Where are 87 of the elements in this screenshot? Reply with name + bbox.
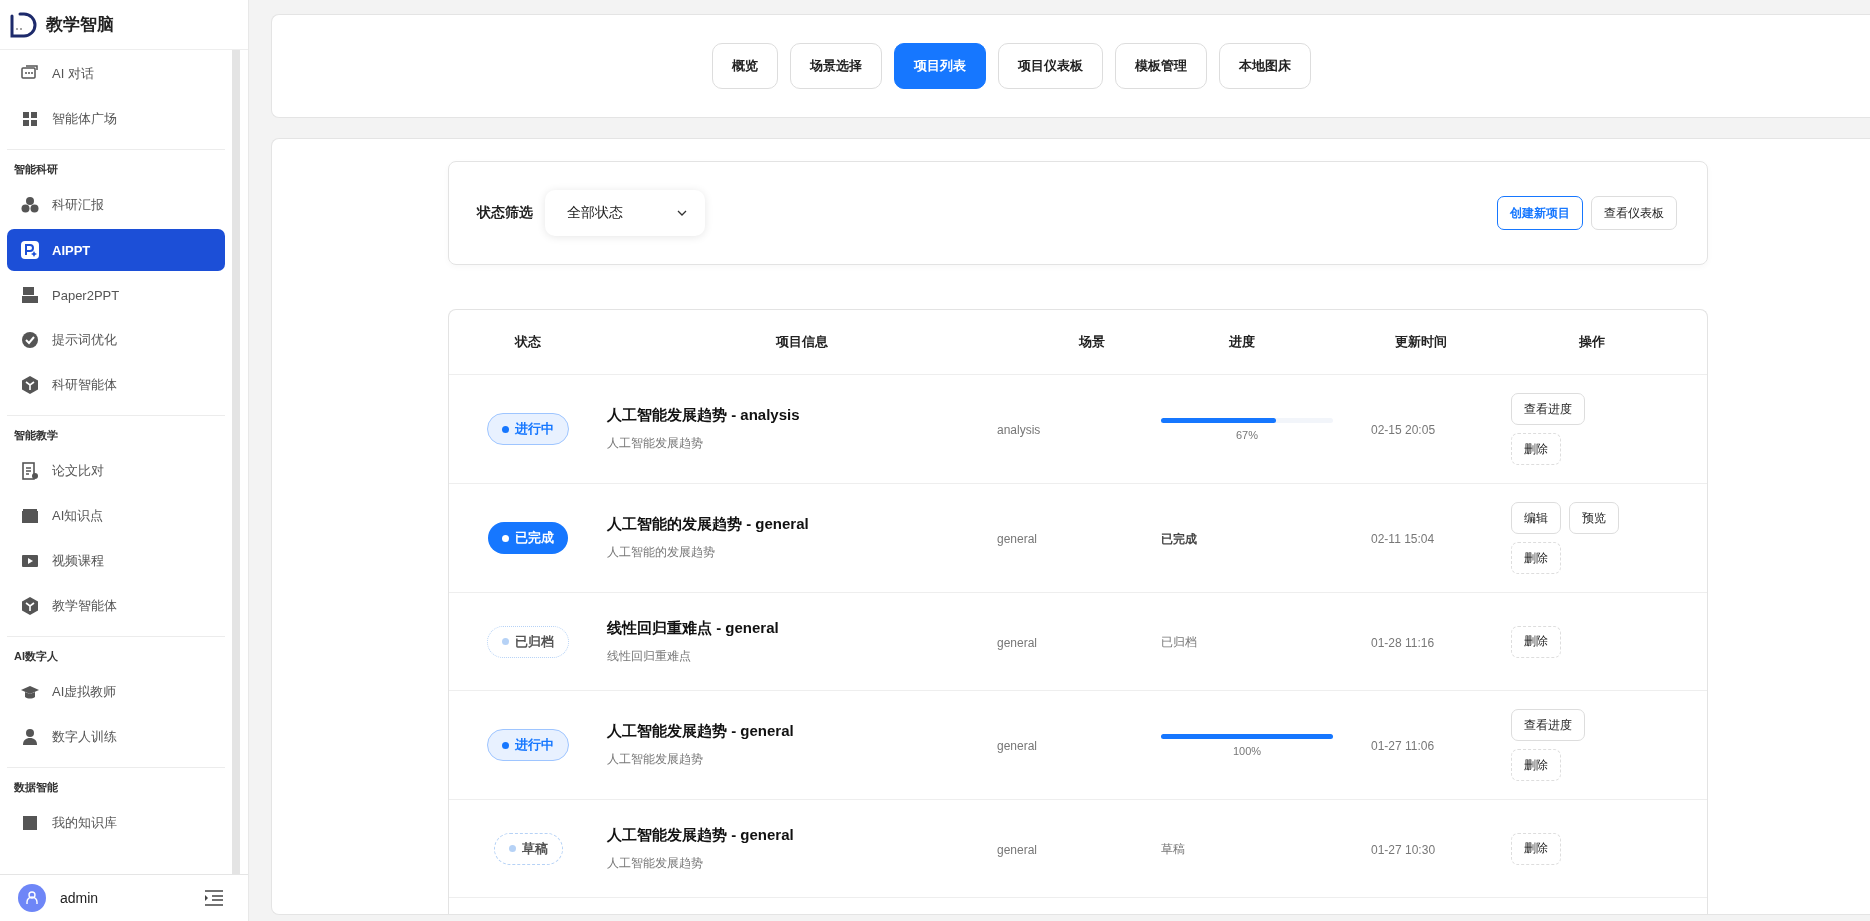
column-header: 进度 [1229, 334, 1255, 349]
create-button[interactable]: 创建新项目 [1497, 196, 1583, 230]
filter-label: 状态筛选 [477, 204, 533, 222]
tab[interactable]: 项目列表 [893, 43, 986, 89]
progress-status: 已完成 [1161, 531, 1197, 546]
update-time: 01-27 11:06 [1371, 739, 1435, 753]
status-badge: 已归档 [487, 625, 569, 658]
scene-text: general [997, 635, 1038, 650]
delete-button[interactable]: 删除 [1511, 749, 1561, 781]
project-subtitle: 人工智能发展趋势 [607, 435, 703, 452]
section-heading: AI数字人 [13, 649, 59, 664]
column-header: 项目信息 [776, 334, 828, 349]
status-badge: 草稿 [493, 832, 563, 865]
update-time: 01-27 10:30 [1371, 842, 1436, 857]
check-circle-icon [20, 330, 40, 350]
progress-reading: 67% [1236, 428, 1258, 441]
sidebar-item[interactable]: AIPPT [7, 229, 225, 271]
project-subtitle: 线性回归重难点 [607, 647, 691, 665]
status-dropdown[interactable]: 全部状态 [545, 190, 705, 236]
update-time: 02-15 20:05 [1371, 423, 1436, 437]
tab[interactable]: 概览 [711, 43, 778, 89]
sidebar-item[interactable]: Paper2PPT [7, 274, 225, 316]
tab[interactable]: 场景选择 [789, 43, 882, 89]
update-time: 01-28 11:16 [1371, 635, 1435, 650]
section-heading: 智能教学 [13, 428, 59, 443]
slides-icon [20, 285, 40, 305]
sidebar-item[interactable]: AI 对话 [7, 53, 225, 95]
tab[interactable]: 本地图床 [1218, 43, 1311, 89]
progress-status: 已归档 [1161, 635, 1197, 649]
scene-text: general [997, 532, 1038, 546]
column-header: 操作 [1579, 334, 1605, 349]
sparkle-p-icon [20, 240, 40, 260]
sidebar-item[interactable]: 教学智能体 [7, 585, 225, 627]
section-heading: 数据智能 [13, 780, 59, 795]
action-button[interactable]: 预览 [1569, 502, 1619, 534]
sidebar-item[interactable]: 论文比对 [7, 450, 225, 492]
sidebar-item[interactable]: AI虚拟教师 [7, 671, 225, 713]
scene-text: general [997, 842, 1038, 857]
sidebar-item[interactable]: 视频课程 [7, 540, 225, 582]
status-badge: 进行中 [487, 729, 569, 761]
progress-status: 草稿 [1161, 842, 1185, 856]
dashboard-button[interactable]: 查看仪表板 [1591, 196, 1677, 230]
sidebar-item[interactable]: 科研智能体 [7, 364, 225, 406]
delete-button[interactable]: 删除 [1511, 433, 1561, 465]
project-subtitle: 人工智能发展趋势 [607, 854, 703, 872]
project-title: 人工智能发展趋势 - general [607, 825, 794, 845]
sidebar-item[interactable]: AI知识点 [7, 495, 225, 537]
scene-text: analysis [997, 423, 1041, 437]
project-subtitle: 人工智能发展趋势 [607, 751, 703, 768]
project-title: 线性回归重难点 - general [607, 618, 779, 638]
update-time: 02-11 15:04 [1371, 532, 1435, 546]
tab[interactable]: 模板管理 [1114, 43, 1207, 89]
action-button[interactable]: 查看进度 [1511, 393, 1585, 425]
chevron-down-icon [677, 210, 687, 216]
action-button[interactable]: 查看进度 [1511, 709, 1585, 741]
grid-icon [20, 109, 40, 129]
document-icon [20, 461, 40, 481]
collapse-menu-icon[interactable] [204, 889, 224, 907]
sidebar-item[interactable]: 科研汇报 [7, 184, 225, 226]
project-title: 人工智能发展趋势 - analysis [607, 406, 800, 425]
column-header: 场景 [1079, 334, 1105, 349]
progress-reading: 100% [1232, 744, 1262, 757]
status-badge: 进行中 [487, 413, 569, 445]
sidebar-item[interactable]: 我的知识库 [7, 802, 225, 844]
column-header: 更新时间 [1395, 334, 1447, 349]
delete-button[interactable]: 删除 [1511, 542, 1561, 574]
delete-button[interactable]: 删除 [1511, 832, 1561, 865]
section-heading: 智能科研 [13, 162, 59, 177]
avatar-icon[interactable] [18, 884, 46, 912]
project-subtitle: 人工智能的发展趋势 [607, 544, 715, 561]
action-button[interactable]: 编辑 [1511, 502, 1561, 534]
column-header: 状态 [515, 334, 541, 349]
hexagons-icon [20, 195, 40, 215]
sidebar-item[interactable]: 智能体广场 [7, 98, 225, 140]
sidebar-item[interactable]: 数字人训练 [7, 716, 225, 758]
status-badge: 已完成 [488, 522, 568, 554]
user-name: admin [60, 890, 100, 906]
delete-button[interactable]: 删除 [1511, 625, 1561, 658]
project-title: 人工智能发展趋势 - general [607, 722, 794, 741]
scene-text: general [997, 739, 1038, 753]
tab[interactable]: 项目仪表板 [997, 43, 1103, 89]
app-title: 教学智脑 [46, 14, 114, 36]
sidebar-item[interactable]: 提示词优化 [7, 319, 225, 361]
project-title: 人工智能的发展趋势 - general [607, 515, 809, 534]
cube-icon [20, 375, 40, 395]
person-icon [20, 727, 40, 747]
cube-icon [20, 596, 40, 616]
